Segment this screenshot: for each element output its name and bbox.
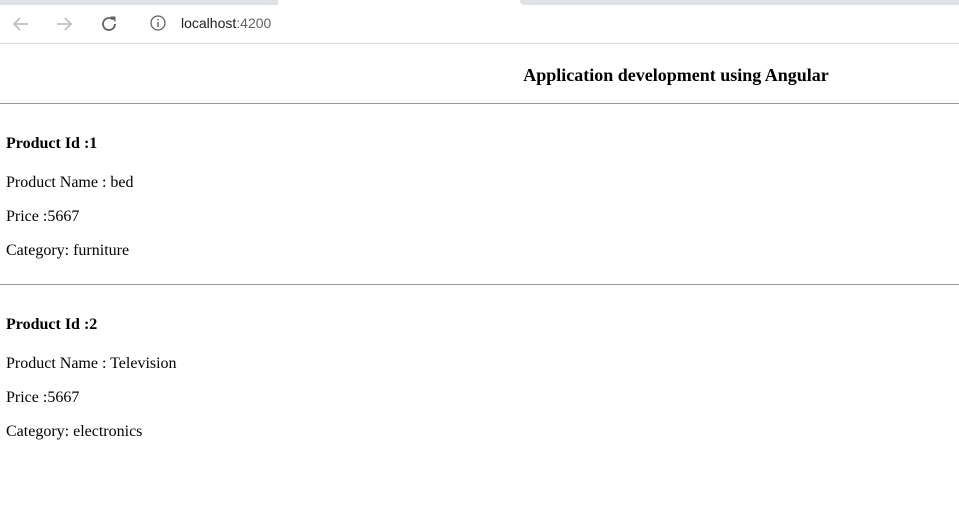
- product-card: Product Id :2 Product Name : Television …: [6, 315, 177, 456]
- tab-strip-right: [520, 0, 959, 5]
- address-bar[interactable]: localhost:4200: [137, 8, 959, 38]
- product-name: Product Name : bed: [6, 174, 134, 191]
- browser-toolbar: localhost:4200: [0, 0, 959, 44]
- divider: [0, 103, 959, 104]
- info-icon[interactable]: [150, 15, 166, 31]
- product-card: Product Id :1 Product Name : bed Price :…: [6, 134, 134, 275]
- product-id: Product Id :2: [6, 316, 98, 333]
- product-id: Product Id :1: [6, 135, 98, 152]
- tab-strip-left: [0, 0, 278, 5]
- url-port: :4200: [236, 15, 272, 31]
- product-price: Price :5667: [6, 389, 80, 406]
- page-title: Application development using Angular: [523, 65, 829, 85]
- arrow-left-icon: [12, 17, 28, 31]
- forward-button[interactable]: [53, 12, 77, 36]
- product-category: Category: furniture: [6, 242, 130, 259]
- reload-button[interactable]: [97, 12, 121, 36]
- product-category: Category: electronics: [6, 423, 143, 440]
- back-button[interactable]: [8, 12, 32, 36]
- reload-icon: [102, 16, 116, 31]
- product-name: Product Name : Television: [6, 355, 177, 372]
- tab-strip: [0, 0, 959, 5]
- arrow-right-icon: [57, 17, 73, 31]
- url-text[interactable]: localhost:4200: [181, 15, 271, 31]
- divider: [0, 284, 959, 285]
- product-price: Price :5667: [6, 208, 80, 225]
- page-content: Application development using Angular Pr…: [0, 44, 959, 531]
- url-host: localhost: [181, 15, 237, 31]
